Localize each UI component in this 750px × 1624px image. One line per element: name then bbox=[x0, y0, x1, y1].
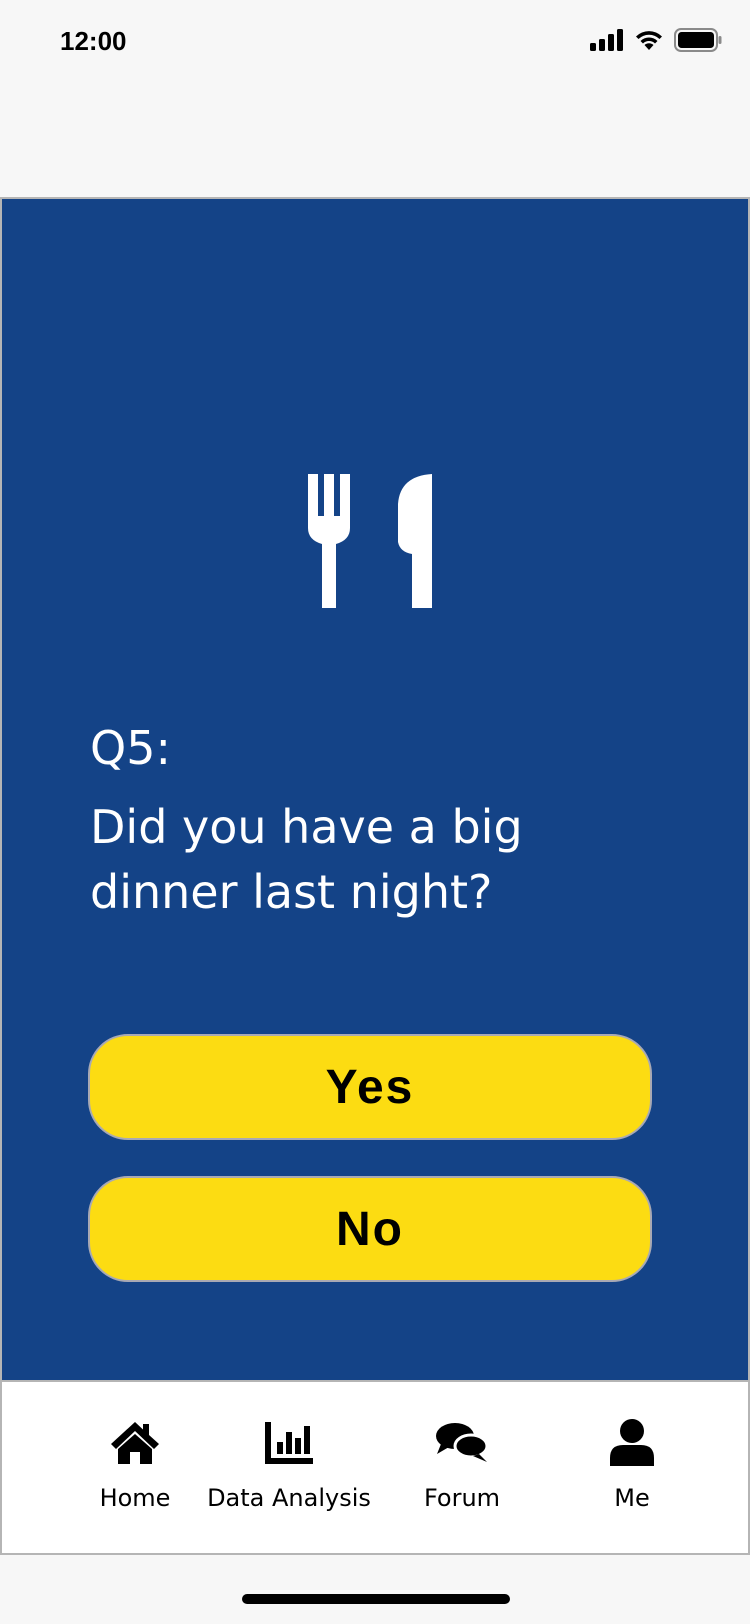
status-bar: 12:00 bbox=[0, 0, 750, 90]
nav-label-forum: Forum bbox=[423, 1484, 501, 1512]
nav-item-home[interactable]: Home bbox=[90, 1418, 180, 1512]
status-time: 12:00 bbox=[60, 26, 127, 56]
no-button[interactable]: No bbox=[88, 1176, 652, 1282]
question-number: Q5: bbox=[90, 721, 171, 775]
nav-label-home: Home bbox=[99, 1484, 171, 1512]
home-icon bbox=[111, 1422, 159, 1464]
question-panel: Q5: Did you have a big dinner last night… bbox=[0, 197, 750, 1382]
fork-knife-icon bbox=[308, 474, 432, 608]
nav-label-data-analysis: Data Analysis bbox=[207, 1484, 371, 1512]
bar-chart-icon bbox=[265, 1422, 313, 1464]
battery-icon bbox=[674, 28, 722, 52]
nav-item-forum[interactable]: Forum bbox=[412, 1418, 512, 1512]
cellular-signal-icon bbox=[590, 29, 623, 51]
home-indicator[interactable] bbox=[242, 1594, 510, 1604]
nav-label-me: Me bbox=[614, 1484, 650, 1512]
question-text: Did you have a big dinner last night? bbox=[90, 800, 523, 919]
yes-button[interactable]: Yes bbox=[88, 1034, 652, 1140]
wifi-icon bbox=[636, 31, 662, 50]
status-icons bbox=[590, 28, 722, 52]
nav-item-data-analysis[interactable]: Data Analysis bbox=[204, 1418, 374, 1512]
screen: 12:00 Q5: Did you have a big dinner last… bbox=[0, 0, 750, 1624]
chat-bubbles-icon bbox=[436, 1423, 489, 1462]
bottom-nav: Home Data Analysis Forum Me bbox=[0, 1382, 750, 1555]
user-icon bbox=[610, 1419, 654, 1466]
nav-item-me[interactable]: Me bbox=[592, 1418, 672, 1512]
